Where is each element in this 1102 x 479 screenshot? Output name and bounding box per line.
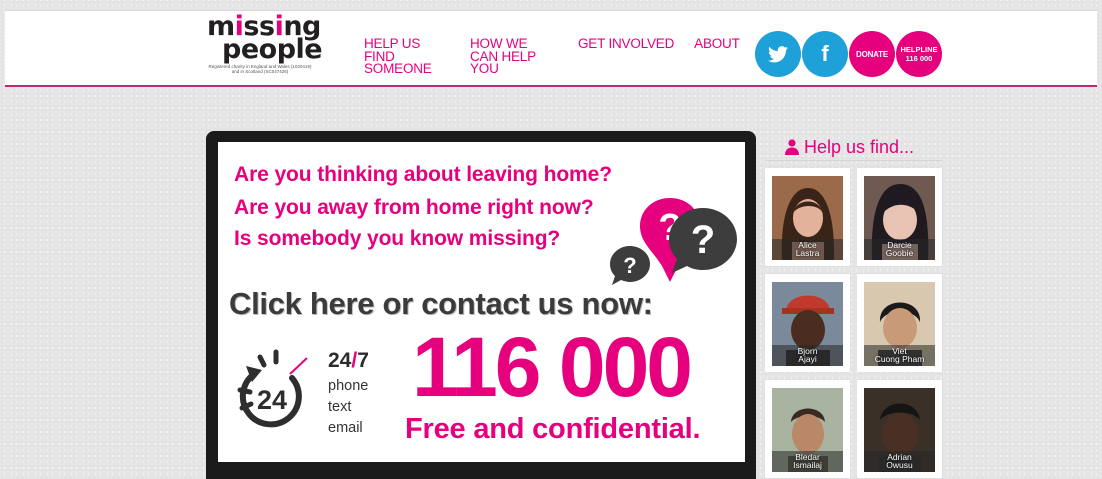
helpline-number-large: 116 000 — [412, 320, 693, 414]
helpline-number: 116 000 — [905, 54, 933, 63]
person-icon — [785, 139, 799, 155]
banner-question-3: Is somebody you know missing? — [234, 227, 561, 250]
missing-person-card[interactable]: Bjorn Ajayi — [765, 274, 850, 372]
hours-24-7: 24/7 — [328, 349, 369, 372]
missing-people-logo[interactable]: missing people Registered charity in Eng… — [205, 13, 325, 74]
missing-person-card[interactable]: Bledar Ismailaj — [765, 380, 850, 478]
nav-help-us-find-someone[interactable]: HELP US FIND SOMEONE — [364, 37, 450, 76]
missing-person-photo: Alice Lastra — [772, 176, 843, 260]
svg-text:?: ? — [623, 253, 636, 278]
missing-person-photo: Adrian Owusu — [864, 388, 935, 472]
nav-about[interactable]: ABOUT — [694, 37, 740, 76]
twitter-icon — [768, 45, 788, 62]
channel-text: text — [328, 399, 352, 415]
banner-question-1: Are you thinking about leaving home? — [234, 163, 612, 186]
helpline-button[interactable]: HELPLINE 116 000 — [896, 31, 942, 77]
help-us-find-heading: Help us find... — [766, 136, 942, 161]
main-nav: HELP US FIND SOMEONE HOW WE CAN HELP YOU… — [364, 37, 760, 76]
twitter-button[interactable] — [755, 31, 801, 77]
missing-person-photo: Bjorn Ajayi — [772, 282, 843, 366]
facebook-button[interactable]: f — [802, 31, 848, 77]
nav-how-we-can-help-you[interactable]: HOW WE CAN HELP YOU — [470, 37, 558, 76]
missing-person-photo: Darcie Goobie — [864, 176, 935, 260]
missing-person-photo: Bledar Ismailaj — [772, 388, 843, 472]
helpline-label: HELPLINE — [900, 45, 938, 54]
question-bubbles-icon: ? ? ? — [610, 198, 737, 285]
banner-content: Are you thinking about leaving home? Are… — [218, 142, 745, 462]
missing-person-card[interactable]: Darcie Goobie — [857, 168, 942, 266]
charity-registration: Registered charity in England and Wales … — [208, 64, 312, 74]
nav-get-involved[interactable]: GET INVOLVED — [578, 37, 674, 76]
missing-person-photo: Viet Cuong Pham — [864, 282, 935, 366]
channel-phone: phone — [328, 378, 369, 394]
svg-text:24: 24 — [257, 385, 287, 415]
missing-person-card[interactable]: Viet Cuong Pham — [857, 274, 942, 372]
free-and-confidential: Free and confidential. — [405, 413, 701, 445]
24-hour-icon: 24 — [237, 349, 308, 428]
helpline-banner[interactable]: Are you thinking about leaving home? Are… — [206, 131, 756, 479]
logo-word-people: people — [222, 34, 323, 65]
donate-button[interactable]: DONATE — [849, 31, 895, 77]
channel-email: email — [328, 420, 363, 436]
svg-text:?: ? — [691, 218, 715, 262]
missing-person-card[interactable]: Alice Lastra — [765, 168, 850, 266]
missing-person-card[interactable]: Adrian Owusu — [857, 380, 942, 478]
site-header: missing people Registered charity in Eng… — [5, 11, 1097, 87]
banner-question-2: Are you away from home right now? — [234, 196, 594, 219]
